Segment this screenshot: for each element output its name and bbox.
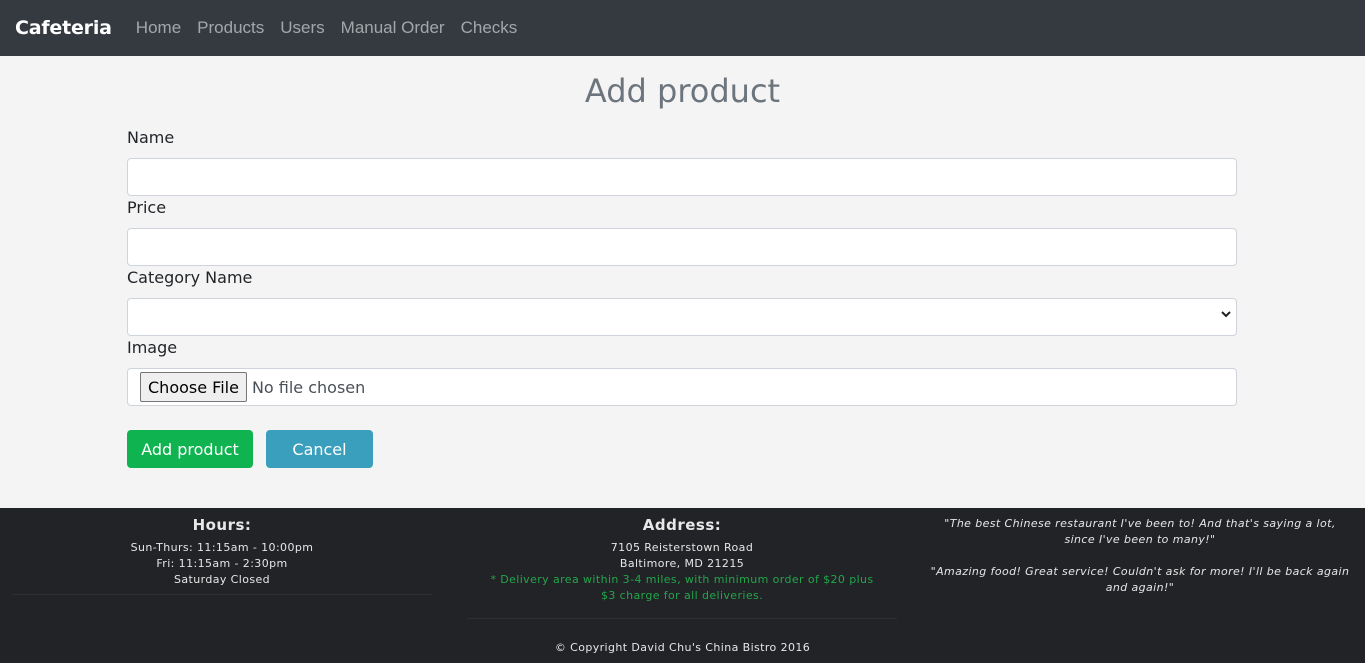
navbar: Cafeteria Home Products Users Manual Ord… [0, 0, 1365, 56]
form-actions: Add product Cancel [127, 430, 373, 468]
nav-link-products[interactable]: Products [197, 18, 264, 38]
nav-link-home[interactable]: Home [136, 18, 181, 38]
footer-address: Address: 7105 Reisterstown Road Baltimor… [467, 508, 897, 619]
footer-reviews: "The best Chinese restaurant I've been t… [920, 508, 1360, 596]
copyright-text: © Copyright David Chu's China Bistro 201… [554, 641, 811, 654]
page-title: Add product [584, 72, 781, 110]
file-status-text: No file chosen [251, 377, 366, 397]
category-label: Category Name [127, 268, 253, 287]
delivery-note: * Delivery area within 3-4 miles, with m… [490, 573, 874, 602]
choose-file-button[interactable]: Choose File [140, 372, 247, 402]
hours-line: Saturday Closed [173, 573, 270, 586]
image-label: Image [127, 338, 178, 357]
cancel-button[interactable]: Cancel [266, 430, 373, 468]
address-heading: Address: [642, 516, 722, 534]
add-product-button[interactable]: Add product [127, 430, 253, 468]
address-line: Baltimore, MD 21215 [619, 557, 745, 570]
chevron-down-icon [1220, 308, 1232, 323]
address-line: 7105 Reisterstown Road [610, 541, 754, 554]
hours-line: Fri: 11:15am - 2:30pm [156, 557, 288, 570]
price-input[interactable] [127, 228, 1237, 266]
divider [467, 618, 897, 619]
name-input[interactable] [127, 158, 1237, 196]
divider [12, 594, 432, 595]
price-label: Price [127, 198, 167, 217]
category-select[interactable] [127, 298, 1237, 336]
brand-logo[interactable]: Cafeteria [15, 17, 112, 39]
review-quote: "Amazing food! Great service! Couldn't a… [930, 565, 1350, 594]
hours-line: Sun-Thurs: 11:15am - 10:00pm [130, 541, 314, 554]
nav-link-manual-order[interactable]: Manual Order [341, 18, 445, 38]
image-file-input[interactable]: Choose File No file chosen [127, 368, 1237, 406]
nav-link-users[interactable]: Users [280, 18, 324, 38]
footer-hours: Hours: Sun-Thurs: 11:15am - 10:00pm Fri:… [12, 508, 432, 595]
footer: Hours: Sun-Thurs: 11:15am - 10:00pm Fri:… [0, 508, 1365, 663]
nav-link-checks[interactable]: Checks [461, 18, 518, 38]
hours-heading: Hours: [192, 516, 252, 534]
add-product-form: Name Price Category Name Image Choose Fi… [127, 126, 1237, 468]
name-label: Name [127, 128, 175, 147]
main-content: Add product Name Price Category Name Ima… [0, 56, 1365, 508]
review-quote: "The best Chinese restaurant I've been t… [944, 517, 1336, 546]
